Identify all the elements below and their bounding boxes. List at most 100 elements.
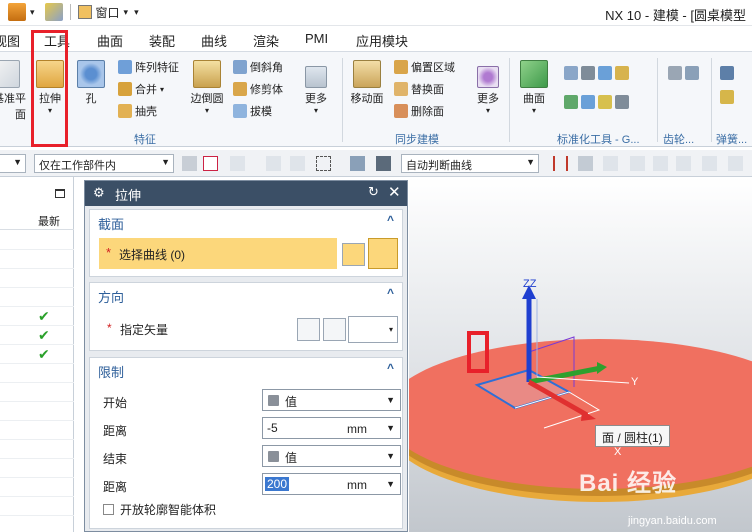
start-type-dropdown[interactable]: 值 ▼ (262, 389, 401, 411)
group-label-gear: 齿轮... (663, 134, 695, 146)
customize-icon[interactable]: ▾ (134, 7, 139, 18)
stop-at-intersection-icon[interactable] (553, 156, 568, 171)
gear-icon[interactable]: ⚙ (93, 185, 105, 201)
move-face-button[interactable]: 移动面 (349, 60, 385, 106)
required-icon: * (106, 245, 112, 260)
vector-dialog-button[interactable] (323, 318, 346, 341)
close-icon[interactable]: ✕ (388, 183, 401, 201)
edge-blend-icon (193, 60, 221, 88)
tab-view[interactable]: 视图 (0, 31, 20, 50)
draft-button[interactable]: 拔模 (233, 103, 272, 119)
spline-icon[interactable] (676, 156, 691, 171)
list-item[interactable] (0, 421, 74, 440)
list-item[interactable]: ✔ (0, 326, 74, 345)
feature-curve-icon[interactable] (603, 156, 618, 171)
graphics-window[interactable]: ZZ Y X 面 / 圆柱(1) Bai 经验 jingyan.baidu.co… (409, 177, 752, 532)
more-sync-button[interactable]: 更多 ▾ (473, 60, 503, 115)
scope-combo[interactable]: 仅在工作部件内 ▼ (34, 154, 174, 173)
list-item[interactable]: ✔ (0, 345, 74, 364)
datum-plane-button[interactable]: 基准平面 (0, 60, 26, 122)
list-item[interactable] (0, 364, 74, 383)
collapse-icon[interactable]: ^ (387, 361, 394, 375)
list-item[interactable] (0, 478, 74, 497)
delete-face-button[interactable]: 删除面 (394, 103, 444, 119)
ribbon: 基准平面 拉伸 ▾ 孔 阵列特征 合并▾ 抽壳 边倒圆 ▾ 倒斜角 修剪体 拔模… (0, 52, 752, 147)
maximize-icon[interactable] (55, 189, 65, 198)
face-icon[interactable] (376, 156, 391, 171)
list-item[interactable] (0, 288, 74, 307)
tab-pmi[interactable]: PMI (305, 31, 328, 46)
window-menu[interactable]: 窗口 (96, 4, 120, 21)
select-icon[interactable] (182, 156, 197, 171)
edge-blend-button[interactable]: 边倒圆 ▾ (187, 60, 227, 115)
end-distance-input[interactable]: 200 mm ▼ (262, 473, 401, 495)
dropdown-arrow-icon: ▾ (388, 325, 393, 334)
unite-button[interactable]: 合并 ▾ (118, 81, 164, 97)
gear-tool[interactable] (668, 66, 699, 80)
line-icon[interactable] (290, 156, 305, 171)
select-curve-field[interactable]: * 选择曲线 (0) (99, 238, 337, 269)
spring-tool[interactable] (720, 66, 734, 104)
vector-type-dropdown[interactable]: ▾ (348, 316, 398, 343)
filter-combo[interactable]: ▼ (0, 154, 26, 173)
reset-icon[interactable]: ↻ (368, 184, 379, 200)
list-item[interactable] (0, 402, 74, 421)
tab-assembly[interactable]: 装配 (149, 31, 175, 50)
box-select-icon[interactable] (316, 156, 331, 171)
dropdown-arrow-icon[interactable]: ▾ (124, 7, 129, 18)
tangent-icon[interactable] (653, 156, 668, 171)
list-item[interactable] (0, 459, 74, 478)
list-item[interactable]: ✔ (0, 307, 74, 326)
curve-section-button[interactable] (368, 238, 398, 269)
start-distance-input[interactable]: -5 mm ▼ (262, 417, 401, 439)
list-item[interactable] (0, 250, 74, 269)
section-header[interactable]: 截面 (98, 214, 124, 233)
list-item[interactable] (0, 231, 74, 250)
collapse-icon[interactable]: ^ (387, 213, 394, 227)
vertex-icon[interactable] (266, 156, 281, 171)
list-item[interactable] (0, 383, 74, 402)
direction-header[interactable]: 方向 (98, 287, 124, 306)
dropdown-arrow-icon: ▾ (204, 106, 209, 115)
chamfer-button[interactable]: 倒斜角 (233, 59, 283, 75)
sketch-section-button[interactable] (342, 243, 365, 266)
offset-region-button[interactable]: 偏置区域 (394, 59, 455, 75)
end-type-dropdown[interactable]: 值 ▼ (262, 445, 401, 467)
save-icon[interactable] (8, 3, 26, 21)
curve-icon[interactable] (630, 156, 645, 171)
dialog-title-bar[interactable]: ⚙ 拉伸 ↻ ✕ (85, 181, 407, 206)
list-item[interactable] (0, 497, 74, 516)
corner-icon[interactable] (702, 156, 717, 171)
collapse-icon[interactable]: ^ (387, 286, 394, 300)
offset-region-icon (394, 60, 408, 74)
limits-header[interactable]: 限制 (98, 362, 124, 381)
surface-button[interactable]: 曲面 ▾ (518, 60, 550, 115)
solid-icon[interactable] (350, 156, 365, 171)
window-icon[interactable] (77, 5, 92, 19)
hole-button[interactable]: 孔 (76, 60, 106, 106)
pattern-feature-button[interactable]: 阵列特征 (118, 59, 179, 75)
curve-rule-combo[interactable]: 自动判断曲线 ▼ (401, 154, 539, 173)
standard-tool-2[interactable] (564, 95, 629, 109)
tab-surface[interactable]: 曲面 (97, 31, 123, 50)
replace-face-icon (394, 82, 408, 96)
replace-face-button[interactable]: 替换面 (394, 81, 444, 97)
reverse-direction-button[interactable] (297, 318, 320, 341)
follow-fillet-icon[interactable] (578, 156, 593, 171)
snap-point-icon[interactable] (203, 156, 218, 171)
standard-tool-1[interactable] (564, 66, 629, 80)
tab-application[interactable]: 应用模块 (356, 31, 408, 50)
edit-icon[interactable] (44, 3, 63, 21)
point-icon[interactable] (230, 156, 245, 171)
tab-render[interactable]: 渲染 (253, 31, 279, 50)
open-profile-checkbox[interactable] (103, 504, 114, 515)
dropdown-arrow-icon[interactable]: ▾ (30, 7, 35, 18)
more-features-button[interactable]: 更多 ▾ (300, 60, 332, 115)
angle-icon[interactable] (728, 156, 743, 171)
part-navigator: 最新 ✔ ✔ ✔ (0, 177, 74, 532)
list-item[interactable] (0, 440, 74, 459)
tab-curve[interactable]: 曲线 (201, 31, 227, 50)
list-item[interactable] (0, 269, 74, 288)
shell-button[interactable]: 抽壳 (118, 103, 157, 119)
trim-body-button[interactable]: 修剪体 (233, 81, 283, 97)
